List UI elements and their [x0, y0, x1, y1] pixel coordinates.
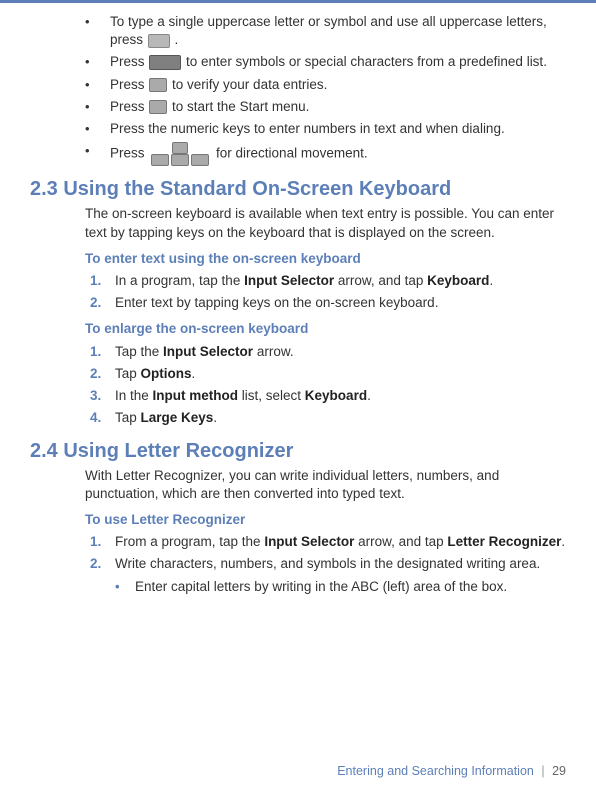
text: Tap [115, 366, 141, 381]
bold: Input Selector [163, 344, 253, 359]
text: Press [110, 77, 148, 92]
text: Press the numeric keys to enter numbers … [110, 121, 505, 136]
text: to start the Start menu. [172, 99, 309, 114]
section-2-4-intro: With Letter Recognizer, you can write in… [30, 467, 566, 503]
page-footer: Entering and Searching Information | 29 [337, 763, 566, 780]
text: Tap [115, 410, 141, 425]
text: to enter symbols or special characters f… [186, 54, 547, 69]
text: Enter capital letters by writing in the … [135, 579, 507, 594]
text: Press [110, 146, 148, 161]
text: for directional movement. [216, 146, 368, 161]
bold: Large Keys [141, 410, 214, 425]
bullet-item: Press the numeric keys to enter numbers … [85, 120, 566, 138]
bullet-item: Press to verify your data entries. [85, 76, 566, 94]
bold: Keyboard [305, 388, 367, 403]
text: . [367, 388, 371, 403]
step-item: Enter text by tapping keys on the on-scr… [90, 294, 566, 312]
text: . [192, 366, 196, 381]
text: In a program, tap the [115, 273, 244, 288]
intro-bullet-list: To type a single uppercase letter or sym… [30, 13, 566, 166]
steps-list: From a program, tap the Input Selector a… [30, 533, 566, 573]
bold: Input Selector [244, 273, 334, 288]
dpad-icon [150, 142, 210, 166]
footer-chapter: Entering and Searching Information [337, 764, 534, 778]
text: to verify your data entries. [172, 77, 327, 92]
subheading: To use Letter Recognizer [30, 511, 566, 529]
text: From a program, tap the [115, 534, 264, 549]
text: . [561, 534, 565, 549]
step-item: Tap Large Keys. [90, 409, 566, 427]
text: list, select [238, 388, 305, 403]
step-item: Write characters, numbers, and symbols i… [90, 555, 566, 573]
ok-key-icon [149, 78, 167, 92]
bullet-item: Press to enter symbols or special charac… [85, 53, 566, 71]
text: arrow, and tap [354, 534, 447, 549]
subheading: To enter text using the on-screen keyboa… [30, 250, 566, 268]
steps-list: Tap the Input Selector arrow. Tap Option… [30, 343, 566, 428]
step-item: Tap Options. [90, 365, 566, 383]
text: In the [115, 388, 153, 403]
bullet-item: Press to start the Start menu. [85, 98, 566, 116]
steps-list: In a program, tap the Input Selector arr… [30, 272, 566, 312]
start-key-icon [149, 100, 167, 114]
bold: Input method [153, 388, 238, 403]
subheading: To enlarge the on-screen keyboard [30, 320, 566, 338]
text: Enter text by tapping keys on the on-scr… [115, 295, 438, 310]
bold: Keyboard [427, 273, 489, 288]
bold: Options [141, 366, 192, 381]
text: Write characters, numbers, and symbols i… [115, 556, 540, 571]
shift-key-icon [148, 34, 170, 48]
text: . [489, 273, 493, 288]
bold: Input Selector [264, 534, 354, 549]
footer-separator: | [541, 764, 544, 778]
section-2-4-heading: 2.4 Using Letter Recognizer [30, 438, 566, 465]
footer-page-number: 29 [552, 764, 566, 778]
text: arrow, and tap [334, 273, 427, 288]
bullet-item: To type a single uppercase letter or sym… [85, 13, 566, 49]
step-item: In the Input method list, select Keyboar… [90, 387, 566, 405]
step-item: In a program, tap the Input Selector arr… [90, 272, 566, 290]
text: Press [110, 54, 148, 69]
step-item: From a program, tap the Input Selector a… [90, 533, 566, 551]
sub-bullet-item: Enter capital letters by writing in the … [115, 578, 566, 596]
section-2-3-heading: 2.3 Using the Standard On-Screen Keyboar… [30, 176, 566, 203]
text: arrow. [253, 344, 294, 359]
bullet-item: Press for directional movement. [85, 142, 566, 166]
page-content: To type a single uppercase letter or sym… [0, 3, 596, 596]
step-item: Tap the Input Selector arrow. [90, 343, 566, 361]
text: Tap the [115, 344, 163, 359]
text: . [175, 32, 179, 47]
bold: Letter Recognizer [447, 534, 561, 549]
sub-bullet-list: Enter capital letters by writing in the … [30, 578, 566, 596]
sym-key-icon [149, 55, 181, 70]
section-2-3-intro: The on-screen keyboard is available when… [30, 205, 566, 241]
text: Press [110, 99, 148, 114]
text: . [213, 410, 217, 425]
